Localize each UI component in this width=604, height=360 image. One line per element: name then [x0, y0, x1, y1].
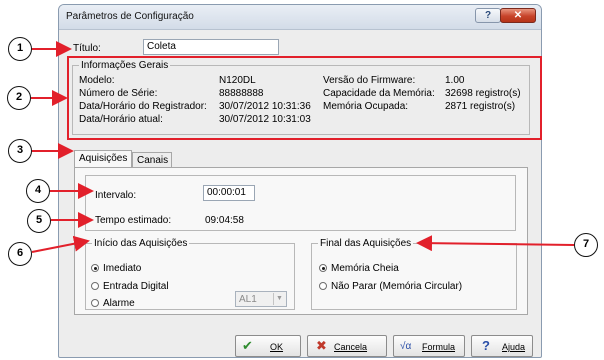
check-icon: ✔ — [242, 338, 253, 353]
title-label: Título: — [73, 43, 101, 54]
question-icon: ? — [482, 338, 490, 353]
radio-imediato[interactable] — [91, 264, 99, 272]
annotation-bubble-4: 4 — [26, 179, 50, 203]
alarm-select[interactable]: AL1 ▼ — [235, 291, 287, 307]
radio-alarme-label[interactable]: Alarme — [103, 298, 135, 309]
annotation-bubble-6: 6 — [8, 242, 32, 266]
annotation-bubble-5: 5 — [27, 209, 51, 233]
annotation-bubble-1: 1 — [8, 37, 32, 61]
radio-entrada-digital[interactable] — [91, 282, 99, 290]
annotation-box-info — [67, 56, 542, 140]
radio-memoria-cheia-label[interactable]: Memória Cheia — [331, 263, 399, 274]
title-input[interactable]: Coleta — [143, 39, 279, 55]
cancel-label: Cancela — [334, 342, 368, 352]
help-icon[interactable]: ? — [475, 8, 501, 23]
radio-nao-parar[interactable] — [319, 282, 327, 290]
cancel-button[interactable]: ✖ Cancela — [307, 335, 387, 357]
chevron-down-icon: ▼ — [273, 293, 285, 305]
annotation-bubble-2: 2 — [7, 86, 31, 110]
annotation-bubble-3: 3 — [8, 139, 32, 163]
formula-label: Formula — [422, 342, 456, 352]
help-label: Ajuda — [502, 342, 526, 352]
interval-label: Intervalo: — [95, 190, 137, 201]
ok-button[interactable]: ✔ OK — [235, 335, 301, 357]
formula-button[interactable]: √α Formula — [393, 335, 465, 357]
tab-canais[interactable]: Canais — [132, 152, 172, 168]
start-legend: Início das Aquisições — [94, 238, 188, 249]
estimated-time-value: 09:04:58 — [205, 215, 244, 226]
radio-entrada-digital-label[interactable]: Entrada Digital — [103, 281, 169, 292]
end-group: Final das Aquisições — [311, 238, 517, 310]
close-icon[interactable]: ✕ — [500, 8, 536, 23]
annotation-bubble-7: 7 — [574, 233, 598, 257]
help-button[interactable]: ? Ajuda — [471, 335, 533, 357]
end-legend: Final das Aquisições — [320, 238, 412, 249]
tab-aquisicoes[interactable]: Aquisições — [74, 150, 132, 168]
sqrt-icon: √α — [400, 341, 412, 352]
window-title: Parâmetros de Configuração — [66, 11, 194, 22]
radio-alarme[interactable] — [91, 299, 99, 307]
x-icon: ✖ — [316, 338, 327, 353]
ok-label: OK — [270, 342, 284, 352]
alarm-select-value: AL1 — [239, 294, 257, 305]
radio-memoria-cheia[interactable] — [319, 264, 327, 272]
radio-imediato-label[interactable]: Imediato — [103, 263, 141, 274]
title-bar: Parâmetros de Configuração ? ✕ — [59, 5, 541, 30]
interval-input[interactable]: 00:00:01 — [203, 185, 255, 201]
radio-nao-parar-label[interactable]: Não Parar (Memória Circular) — [331, 281, 462, 292]
estimated-time-label: Tempo estimado: — [95, 215, 172, 226]
